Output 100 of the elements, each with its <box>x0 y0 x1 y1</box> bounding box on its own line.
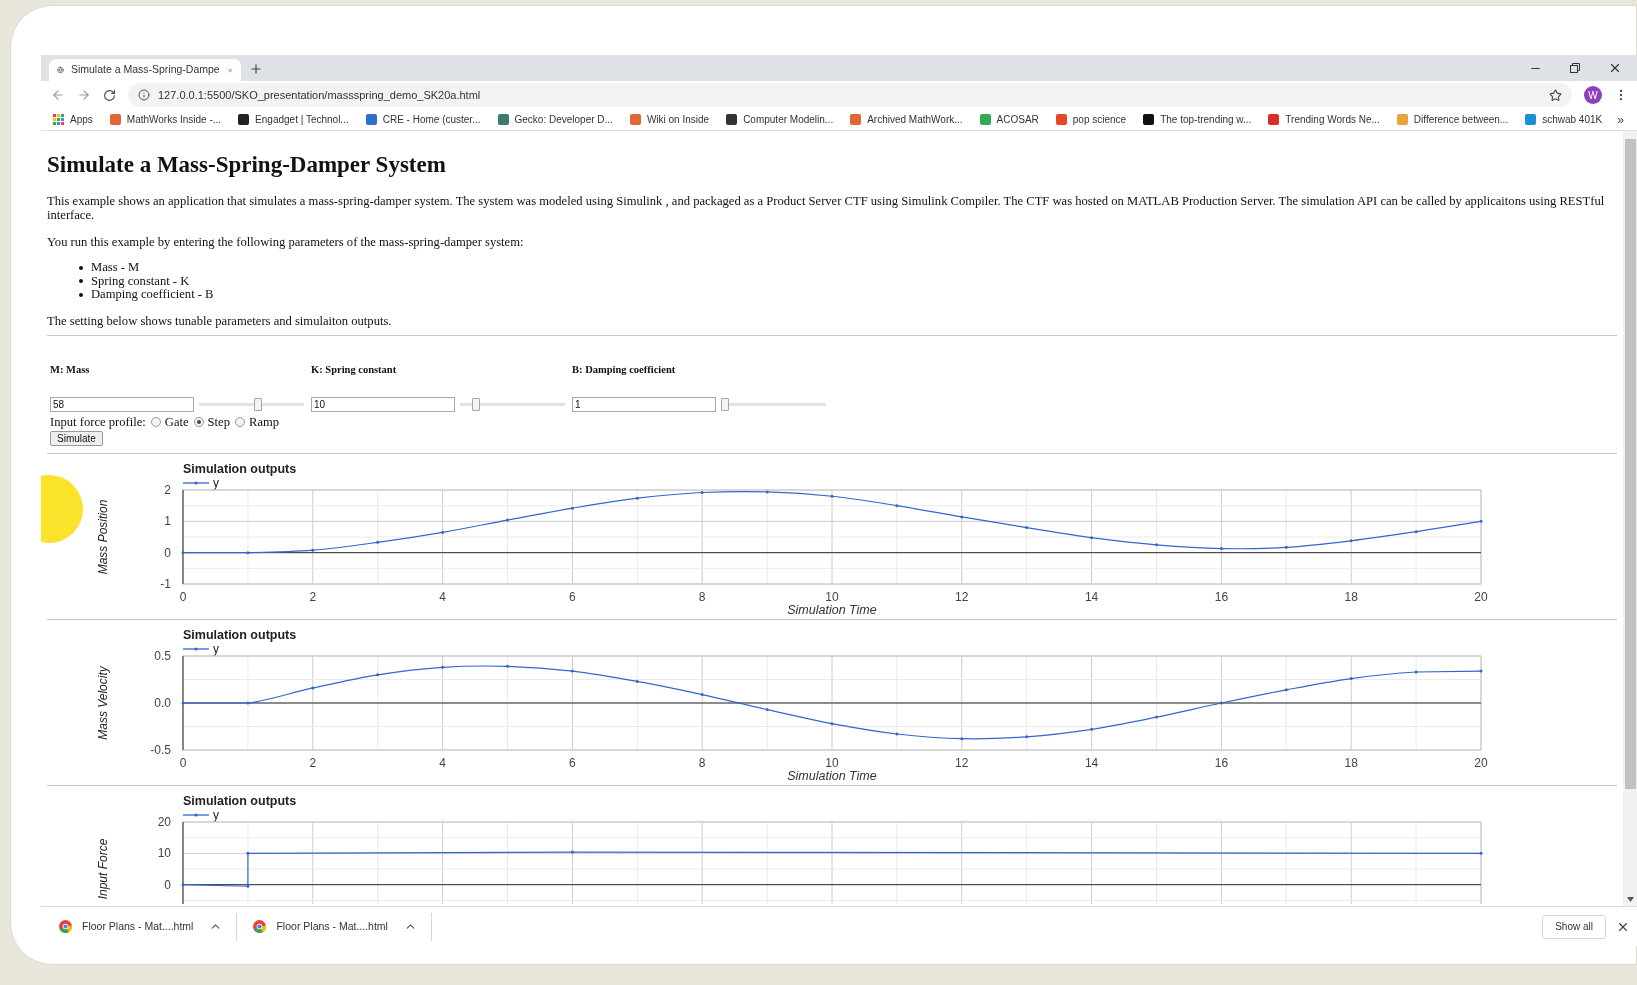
list-item-text: Mass - M <box>91 261 140 275</box>
site-icon <box>850 114 862 125</box>
x-tick-label: 18 <box>1344 755 1358 770</box>
instructions-text: You run this example by entering the following parameters of the mass-spring-damper system: <box>47 235 525 249</box>
info-icon <box>138 89 150 101</box>
url-text: 127.0.0.1:5500/SKO_presentation/massspring_demo_SK20a.html <box>158 87 482 103</box>
apps-grid-icon <box>53 114 64 125</box>
bookmark-link[interactable]: MathWorks Inside -... <box>126 112 222 127</box>
y-tick-label: 0.5 <box>154 648 171 663</box>
bookmark-link[interactable]: Trending Words Ne... <box>1285 112 1380 127</box>
x-tick-label: 0 <box>179 755 187 770</box>
bookmark-link[interactable]: Gecko: Developer D... <box>514 112 613 127</box>
radio-button[interactable] <box>193 416 204 427</box>
slider-thumb[interactable] <box>254 397 263 411</box>
y-axis-label: Input Force <box>96 838 110 899</box>
x-tick-label: 4 <box>439 589 446 604</box>
x-tick-label: 2 <box>309 755 317 770</box>
restore-icon[interactable] <box>1570 63 1580 73</box>
y-tick-label: 2 <box>164 482 171 497</box>
list-item-text: Damping coefficient - B <box>91 288 214 302</box>
bookmarks-overflow[interactable]: » <box>1617 110 1624 129</box>
back-icon[interactable] <box>51 88 65 102</box>
tab-title: Simulate a Mass-Spring-Dampe <box>70 62 220 78</box>
slider-thumb[interactable] <box>471 397 480 411</box>
site-icon <box>726 114 738 125</box>
bookmark-link[interactable]: Wiki on Inside <box>646 112 710 127</box>
bookmark-link[interactable]: Apps <box>70 112 93 127</box>
parameter-input[interactable]: 1 <box>572 397 716 412</box>
slider[interactable] <box>199 396 304 413</box>
x-tick-label: 16 <box>1214 755 1229 770</box>
bookmark-link[interactable]: Engadget | Technol... <box>255 112 349 127</box>
show-all-button[interactable]: Show all <box>1542 914 1606 939</box>
parameter-label: K: Spring constant <box>310 362 398 376</box>
radio-button[interactable] <box>235 416 245 427</box>
page-title: Simulate a Mass-Spring-Damper System <box>47 152 447 178</box>
reload-icon[interactable] <box>103 88 116 102</box>
close-icon[interactable] <box>1608 61 1622 75</box>
download-name[interactable]: Floor Plans - Mat....html <box>82 918 194 935</box>
scrollbar[interactable] <box>1623 131 1637 906</box>
slider[interactable] <box>721 396 826 413</box>
browser-tab[interactable]: Simulate a Mass-Spring-Dampe <box>49 59 241 81</box>
x-tick-label: 8 <box>698 755 706 770</box>
y-tick-label: 0.0 <box>154 695 171 710</box>
y-tick-label: 0 <box>164 545 171 560</box>
x-tick-label: 14 <box>1084 589 1099 604</box>
bookmark-link[interactable]: CRE - Home (custer... <box>382 112 481 127</box>
x-tick-label: 18 <box>1344 589 1358 604</box>
star-icon[interactable] <box>1549 88 1562 102</box>
y-tick-label: 10 <box>157 845 171 860</box>
site-icon <box>497 114 509 125</box>
y-tick-label: -1 <box>160 576 171 591</box>
address-bar[interactable]: 127.0.0.1:5500/SKO_presentation/massspring_demo_SK20a.html <box>128 83 1572 107</box>
bookmark-link[interactable]: Computer Modelin... <box>743 112 834 127</box>
radio-button[interactable] <box>150 416 161 427</box>
x-tick-label: 12 <box>955 755 969 770</box>
parameter-input[interactable]: 10 <box>311 397 455 412</box>
x-tick-label: 4 <box>439 755 446 770</box>
site-icon <box>1055 114 1067 125</box>
bookmark-link[interactable]: Difference between... <box>1413 112 1509 127</box>
globe-icon <box>57 64 64 76</box>
slider-thumb[interactable] <box>721 397 729 411</box>
scroll-down-icon[interactable] <box>1627 897 1634 902</box>
x-tick-label: 6 <box>569 755 576 770</box>
forward-icon[interactable] <box>77 88 91 102</box>
parameter-label: B: Damping coefficient <box>571 362 677 376</box>
x-tick-label: 0 <box>179 589 187 604</box>
legend-label: y <box>213 641 219 656</box>
x-tick-label: 8 <box>698 589 706 604</box>
legend-line-icon <box>182 812 210 817</box>
x-axis-label: Simulation Time <box>787 602 877 617</box>
bookmark-link[interactable]: The top-trending w... <box>1160 112 1252 127</box>
site-icon <box>365 114 377 125</box>
y-tick-label: 0 <box>164 877 171 892</box>
download-name[interactable]: Floor Plans - Mat....html <box>276 918 388 935</box>
bullet-icon <box>79 292 83 297</box>
bookmark-link[interactable]: schwab 401K <box>1542 112 1603 127</box>
bookmark-link[interactable]: ACOSAR <box>996 112 1039 127</box>
site-icon <box>1143 114 1155 125</box>
legend-line-icon <box>182 480 210 485</box>
y-tick-label: 1 <box>164 513 171 528</box>
x-tick-label: 20 <box>1474 755 1488 770</box>
x-tick-label: 20 <box>1474 589 1488 604</box>
radio-label: Ramp <box>249 414 280 429</box>
parameter-input[interactable]: 58 <box>50 397 194 412</box>
bookmark-link[interactable]: pop science <box>1072 112 1127 127</box>
site-icon <box>1268 114 1280 125</box>
legend-label: y <box>213 475 219 490</box>
simulate-button[interactable]: Simulate <box>50 430 103 446</box>
x-tick-label: 16 <box>1214 589 1229 604</box>
slider[interactable] <box>460 396 565 413</box>
x-tick-label: 10 <box>825 755 839 770</box>
profile-avatar[interactable]: W <box>1584 86 1602 104</box>
chrome-icon <box>59 920 72 933</box>
scrollbar-thumb[interactable] <box>1625 139 1636 789</box>
bookmark-link[interactable]: Archived MathWork... <box>867 112 963 127</box>
radio-label: Step <box>207 414 230 429</box>
x-axis-label: Simulation Time <box>787 768 877 783</box>
new-tab-icon[interactable] <box>249 62 263 76</box>
force-profile-label: Input force profile: <box>50 414 146 429</box>
x-tick-label: 10 <box>825 589 839 604</box>
